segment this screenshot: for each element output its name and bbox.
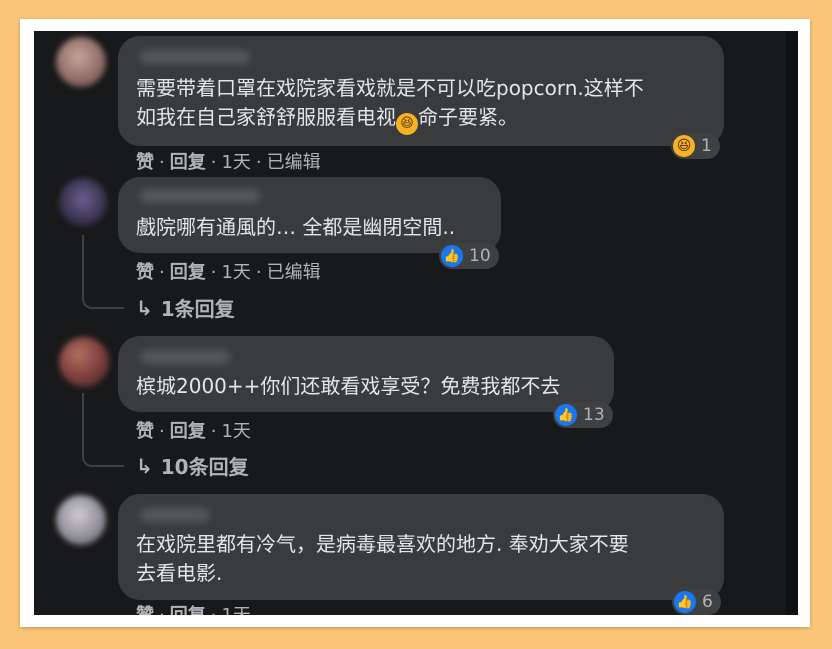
author-name-blurred[interactable] — [140, 350, 230, 364]
comment-text-line: 如我在自己家舒舒服服看电视 😆 命子要紧。 — [136, 103, 706, 135]
comment-text-part: 命子要紧。 — [418, 105, 518, 129]
reply-button[interactable]: 回复 — [170, 148, 206, 174]
comment-bubble: 在戏院里都有冷气，是病毒最喜欢的地方. 奉劝大家不要 去看电影. — [118, 494, 724, 600]
reply-button[interactable]: 回复 — [170, 601, 206, 615]
separator: · — [255, 152, 262, 173]
comment-actions: 赞 · 回复 · 1天 — [136, 417, 251, 443]
avatar[interactable] — [59, 337, 109, 387]
timestamp[interactable]: 1天 — [221, 601, 250, 615]
view-replies-link[interactable]: ↳ 1条回复 — [136, 293, 235, 322]
author-name-blurred[interactable] — [140, 50, 250, 64]
separator: · — [159, 605, 165, 615]
timestamp[interactable]: 1天 — [221, 148, 250, 174]
thumbs-up-icon: 👍 — [441, 245, 463, 267]
avatar[interactable] — [59, 178, 107, 226]
replies-label: 1条回复 — [160, 297, 235, 321]
thread-line — [82, 235, 124, 309]
reaction-summary[interactable]: 👍 6 — [672, 589, 721, 615]
separator: · — [210, 152, 217, 173]
view-replies-link[interactable]: ↳ 10条回复 — [136, 451, 249, 480]
reaction-summary[interactable]: 😆 1 — [671, 133, 720, 159]
comment-actions: 赞 · 回复 · 1天 · 已编辑 — [136, 258, 321, 284]
reply-button[interactable]: 回复 — [170, 417, 206, 443]
comment-text: 戲院哪有通風的… 全都是幽閉空間.. — [136, 215, 456, 239]
comment-text-part: 如我在自己家舒舒服服看电视 — [136, 105, 396, 129]
reaction-count: 6 — [702, 592, 713, 612]
comment-bubble: 需要带着口罩在戏院家看戏就是不可以吃popcorn.这样不 如我在自己家舒舒服服… — [118, 36, 724, 146]
author-name-blurred[interactable] — [140, 189, 260, 203]
scrollbar[interactable] — [786, 31, 798, 615]
like-button[interactable]: 赞 — [136, 417, 154, 443]
edited-label: 已编辑 — [266, 152, 321, 173]
separator: · — [210, 421, 217, 442]
author-name-blurred[interactable] — [140, 508, 210, 522]
timestamp[interactable]: 1天 — [221, 258, 250, 284]
comment-text-line: 去看电影. — [136, 561, 223, 585]
laughing-emoji-icon: 😆 — [396, 113, 418, 135]
comment-bubble: 槟城2000++你们还敢看戏享受？免费我都不去 — [118, 336, 614, 412]
like-button[interactable]: 赞 — [136, 148, 154, 174]
separator: · — [159, 421, 165, 442]
reply-arrow-icon: ↳ — [136, 453, 153, 478]
reaction-summary[interactable]: 👍 13 — [553, 402, 613, 428]
comment-actions: 赞 · 回复 · 1天 · 已编辑 — [136, 148, 321, 174]
replies-label: 10条回复 — [160, 455, 249, 479]
like-button[interactable]: 赞 — [136, 601, 154, 615]
reaction-summary[interactable]: 👍 10 — [439, 243, 499, 269]
avatar[interactable] — [56, 495, 106, 545]
reply-arrow-icon: ↳ — [136, 295, 153, 320]
timestamp[interactable]: 1天 — [221, 417, 250, 443]
thumbs-up-icon: 👍 — [674, 591, 696, 613]
separator: · — [159, 152, 165, 173]
reaction-count: 1 — [701, 136, 712, 156]
separator: · — [211, 605, 217, 615]
reaction-count: 10 — [469, 246, 491, 266]
separator: · — [210, 262, 217, 283]
avatar[interactable] — [56, 37, 106, 87]
comment-actions: 赞 · 回复 · 1天 — [136, 601, 251, 615]
comment-bubble: 戲院哪有通風的… 全都是幽閉空間.. — [118, 177, 501, 253]
separator: · — [159, 262, 165, 283]
comment-text-line: 在戏院里都有冷气，是病毒最喜欢的地方. 奉劝大家不要 — [136, 532, 629, 556]
edited-label: 已编辑 — [266, 262, 321, 283]
comment-feed: 需要带着口罩在戏院家看戏就是不可以吃popcorn.这样不 如我在自己家舒舒服服… — [34, 31, 798, 615]
reply-button[interactable]: 回复 — [170, 258, 206, 284]
like-button[interactable]: 赞 — [136, 258, 154, 284]
comment-text-line: 需要带着口罩在戏院家看戏就是不可以吃popcorn.这样不 — [136, 76, 644, 100]
separator: · — [255, 262, 262, 283]
comment-text: 槟城2000++你们还敢看戏享受？免费我都不去 — [136, 374, 561, 398]
reaction-count: 13 — [583, 405, 605, 425]
thumbs-up-icon: 👍 — [555, 404, 577, 426]
thread-line — [82, 393, 124, 467]
haha-icon: 😆 — [673, 135, 695, 157]
